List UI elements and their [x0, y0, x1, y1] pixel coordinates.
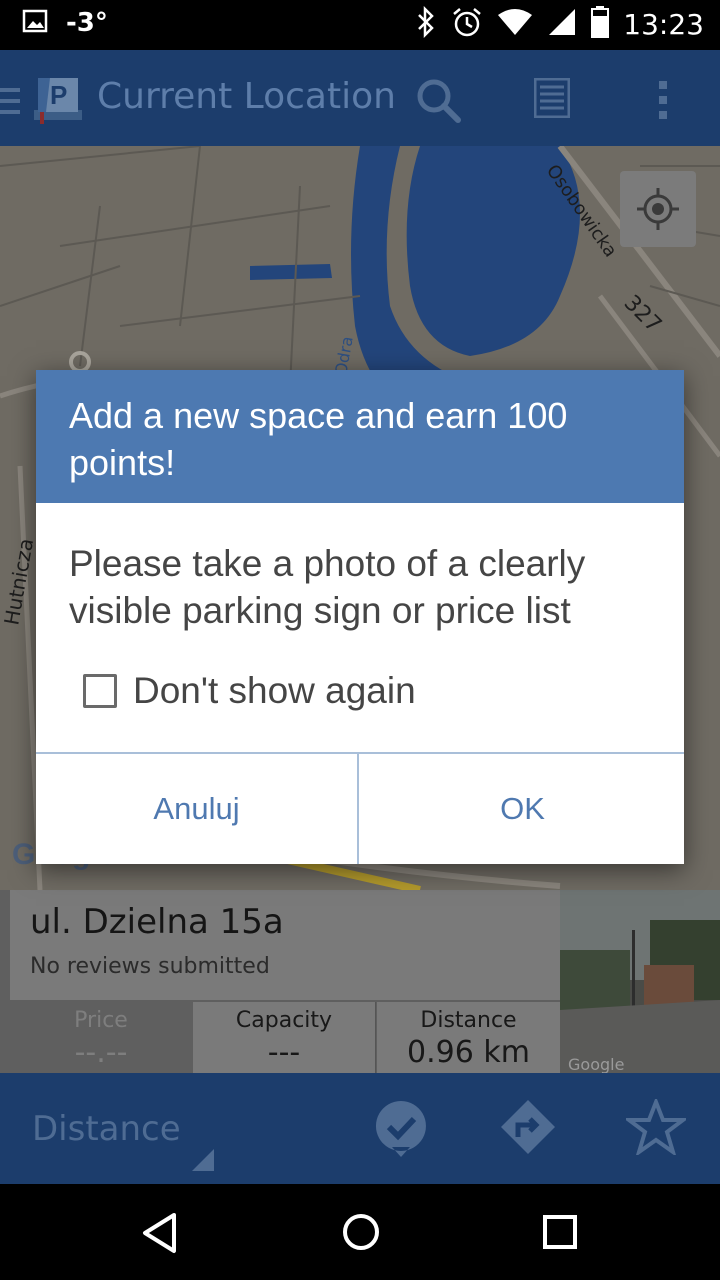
menu-icon[interactable] — [0, 86, 22, 120]
ok-button[interactable]: OK — [361, 754, 684, 864]
bottom-bar: Distance — [0, 1073, 720, 1184]
battery-icon — [591, 6, 610, 42]
place-address-panel[interactable]: ul. Dzielna 15a No reviews submitted — [10, 890, 560, 1000]
list-icon[interactable] — [533, 77, 571, 122]
home-icon[interactable] — [341, 1212, 381, 1256]
svg-text:P: P — [50, 80, 67, 110]
check-badge-icon[interactable] — [374, 1099, 428, 1163]
capacity-value: --- — [267, 1035, 301, 1070]
sort-dropdown[interactable]: Distance — [32, 1109, 181, 1149]
dropdown-triangle-icon — [192, 1149, 214, 1171]
place-card[interactable]: ul. Dzielna 15a No reviews submitted Pri… — [0, 890, 720, 1073]
dont-show-again-label[interactable]: Don't show again — [133, 670, 416, 712]
dialog-header: Add a new space and earn 100 points! — [36, 370, 684, 503]
navigation-bar — [0, 1184, 720, 1280]
overflow-menu-icon[interactable] — [656, 80, 670, 124]
streetview-attribution: Google — [568, 1055, 624, 1073]
my-location-button[interactable] — [620, 171, 696, 247]
capacity-label: Capacity — [235, 1008, 333, 1033]
bluetooth-icon — [415, 5, 437, 42]
dialog-title: Add a new space and earn 100 points! — [69, 395, 568, 483]
add-space-dialog: Add a new space and earn 100 points! Ple… — [36, 370, 684, 864]
search-icon[interactable] — [414, 76, 464, 130]
cancel-button[interactable]: Anuluj — [36, 754, 359, 864]
star-icon[interactable] — [623, 1096, 689, 1159]
app-logo-icon: P — [30, 74, 86, 124]
alarm-icon — [451, 6, 483, 42]
price-label: Price — [74, 1008, 128, 1033]
app-bar: P Current Location — [0, 50, 720, 146]
price-value: --.-- — [74, 1035, 128, 1070]
street-view-thumbnail[interactable]: Google — [560, 890, 720, 1073]
distance-value: 0.96 km — [407, 1035, 530, 1070]
page-title: Current Location — [97, 76, 396, 117]
dialog-message: Please take a photo of a clearly visible… — [69, 543, 586, 631]
image-icon — [22, 8, 48, 38]
crosshair-icon — [637, 188, 679, 230]
status-bar: -3° 13:23 — [0, 0, 720, 50]
dont-show-again-checkbox[interactable] — [83, 674, 117, 708]
dont-show-again-row[interactable]: Don't show again — [83, 670, 416, 712]
directions-icon[interactable] — [500, 1099, 556, 1159]
price-cell: Price --.-- — [10, 1002, 192, 1073]
distance-cell: Distance 0.96 km — [377, 1002, 560, 1073]
place-address: ul. Dzielna 15a — [30, 902, 284, 942]
back-icon[interactable] — [140, 1212, 180, 1258]
dialog-buttons: Anuluj OK — [36, 752, 684, 864]
place-reviews: No reviews submitted — [30, 954, 270, 979]
signal-icon — [547, 7, 577, 41]
temperature: -3° — [66, 8, 108, 38]
capacity-cell: Capacity --- — [193, 1002, 376, 1073]
clock: 13:23 — [623, 7, 704, 41]
distance-label: Distance — [420, 1008, 517, 1033]
street-label-hutnicza: Hutnicza — [0, 536, 38, 626]
recents-icon[interactable] — [542, 1214, 578, 1254]
wifi-icon — [497, 7, 533, 41]
